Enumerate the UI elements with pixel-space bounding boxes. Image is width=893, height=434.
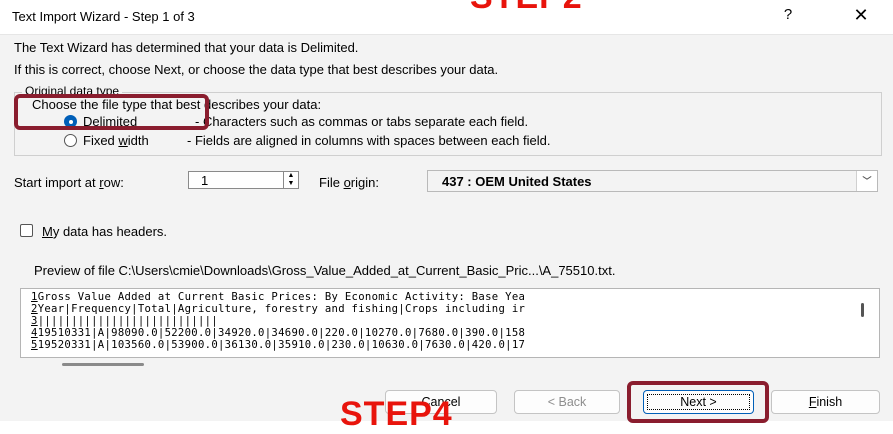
fixed-width-label[interactable]: Fixed width	[83, 133, 149, 148]
my-data-has-headers-label[interactable]: My data has headers.	[42, 224, 167, 239]
delimited-highlight-annotation	[14, 94, 209, 130]
start-import-label: Start import at row:	[14, 175, 124, 190]
step4-annotation: STEP4	[340, 395, 453, 433]
preview-line: 3|||||||||||||||||||||||||||	[31, 315, 218, 327]
preview-line: 1Gross Value Added at Current Basic Pric…	[31, 291, 526, 303]
spin-down-icon[interactable]: ▼	[284, 180, 298, 188]
next-highlight-annotation	[627, 381, 769, 423]
file-preview-pane[interactable]: 1Gross Value Added at Current Basic Pric…	[20, 288, 880, 358]
spin-up-icon[interactable]: ▲	[284, 172, 298, 180]
wizard-intro-line2: If this is correct, choose Next, or choo…	[14, 62, 499, 77]
my-data-has-headers-checkbox[interactable]	[20, 224, 33, 237]
file-origin-value: 437 : OEM United States	[442, 174, 592, 189]
fixed-width-radio[interactable]	[64, 134, 77, 147]
chevron-down-icon[interactable]: ﹀	[856, 171, 877, 191]
start-row-input[interactable]: 1	[188, 171, 284, 189]
help-button[interactable]: ?	[776, 6, 800, 23]
file-origin-select[interactable]: 437 : OEM United States ﹀	[427, 170, 878, 192]
text-import-wizard-dialog: Text Import Wizard - Step 1 of 3 ? ✕ STE…	[0, 0, 893, 433]
back-button[interactable]: < Back	[514, 390, 620, 414]
preview-line: 419510331|A|98090.0|52200.0|34920.0|3469…	[31, 327, 526, 339]
preview-horizontal-scrollbar[interactable]	[62, 363, 144, 366]
start-row-spinner[interactable]: ▲ ▼	[283, 171, 299, 189]
finish-button[interactable]: Finish	[771, 390, 880, 414]
start-row-value: 1	[201, 173, 209, 188]
file-origin-label: File origin:	[319, 175, 379, 190]
preview-label: Preview of file C:\Users\cmie\Downloads\…	[34, 263, 616, 278]
title-bar: Text Import Wizard - Step 1 of 3 ? ✕	[0, 0, 893, 35]
wizard-intro-line1: The Text Wizard has determined that your…	[14, 40, 359, 55]
preview-line: 519520331|A|103560.0|53900.0|36130.0|359…	[31, 339, 526, 351]
preview-line: 2Year|Frequency|Total|Agriculture, fores…	[31, 303, 526, 315]
preview-vertical-scrollbar[interactable]	[861, 303, 864, 317]
dialog-title: Text Import Wizard - Step 1 of 3	[12, 9, 195, 24]
close-button[interactable]: ✕	[848, 5, 874, 26]
step2-annotation: STEP2	[470, 0, 583, 17]
delimited-description: - Characters such as commas or tabs sepa…	[195, 114, 529, 129]
fixed-width-description: - Fields are aligned in columns with spa…	[187, 133, 551, 148]
